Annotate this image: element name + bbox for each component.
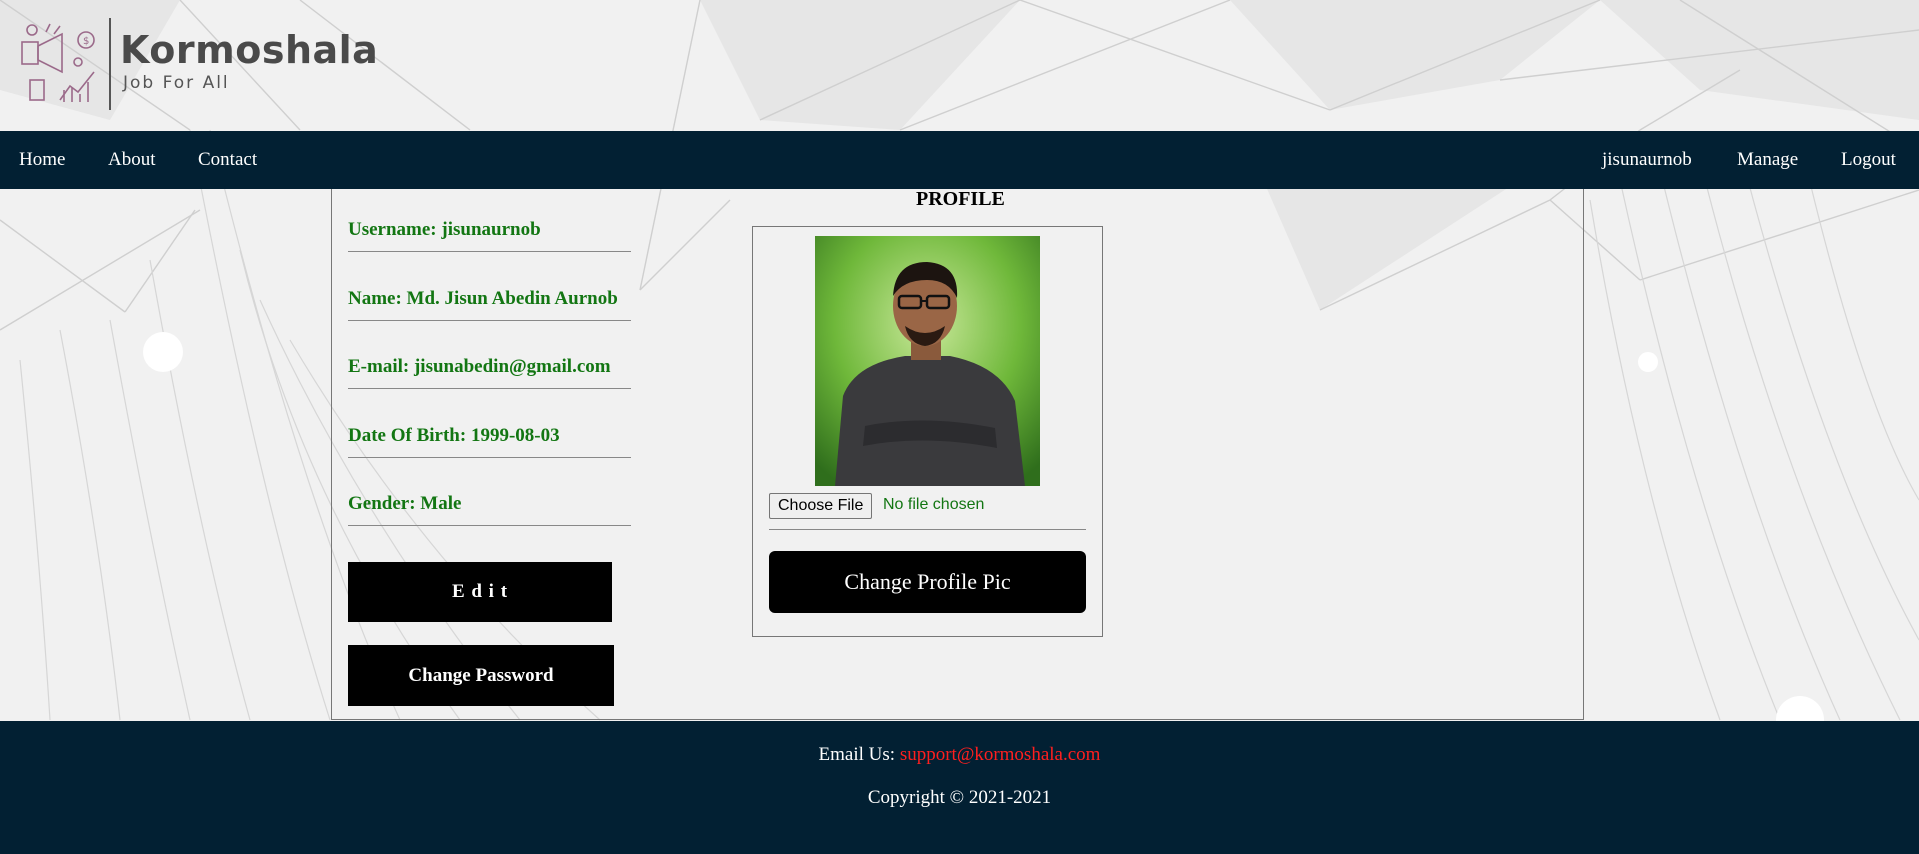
footer-email-label: Email Us:: [818, 744, 900, 765]
edit-button[interactable]: E d i t: [348, 562, 612, 622]
file-divider: [769, 529, 1086, 530]
brand-tagline: Job For All: [123, 73, 230, 93]
logo-divider: [109, 18, 111, 110]
change-profile-pic-button[interactable]: Change Profile Pic: [769, 551, 1086, 613]
logo-icon[interactable]: $: [20, 22, 98, 106]
nav-contact-link[interactable]: Contact: [198, 131, 257, 189]
profile-legend: PROFILE: [913, 188, 1008, 210]
footer-copyright: Copyright © 2021-2021: [867, 787, 1052, 808]
site-footer: Email Us: support@kormoshala.com Copyrig…: [0, 721, 1919, 854]
site-header: $ Kormoshala Job For All: [0, 0, 1919, 131]
footer-email-line: Email Us: support@kormoshala.com: [0, 744, 1919, 766]
dob-field: Date Of Birth: 1999-08-03: [348, 425, 631, 458]
nav-manage-link[interactable]: Manage: [1737, 131, 1798, 189]
gender-field: Gender: Male: [348, 493, 631, 526]
choose-file-button[interactable]: Choose File: [769, 493, 873, 519]
nav-logout-link[interactable]: Logout: [1841, 131, 1896, 189]
brand-name[interactable]: Kormoshala: [120, 28, 378, 72]
change-password-button[interactable]: Change Password: [348, 645, 614, 706]
file-status-text: No file chosen: [883, 496, 985, 513]
nav-user-link[interactable]: jisunaurnob: [1602, 131, 1692, 189]
main-navbar: Home About Contact jisunaurnob Manage Lo…: [0, 131, 1919, 189]
nav-about-link[interactable]: About: [108, 131, 156, 189]
support-email-link[interactable]: support@kormoshala.com: [900, 744, 1101, 765]
profile-picture-box: Choose File No file chosen Change Profil…: [752, 226, 1103, 637]
email-field: E-mail: jisunabedin@gmail.com: [348, 356, 631, 389]
name-field: Name: Md. Jisun Abedin Aurnob: [348, 288, 631, 321]
svg-text:$: $: [83, 36, 89, 47]
nav-home-link[interactable]: Home: [19, 131, 65, 189]
username-field: Username: jisunaurnob: [348, 219, 631, 252]
profile-avatar: [815, 236, 1040, 486]
file-input-row: Choose File No file chosen: [769, 493, 1086, 519]
